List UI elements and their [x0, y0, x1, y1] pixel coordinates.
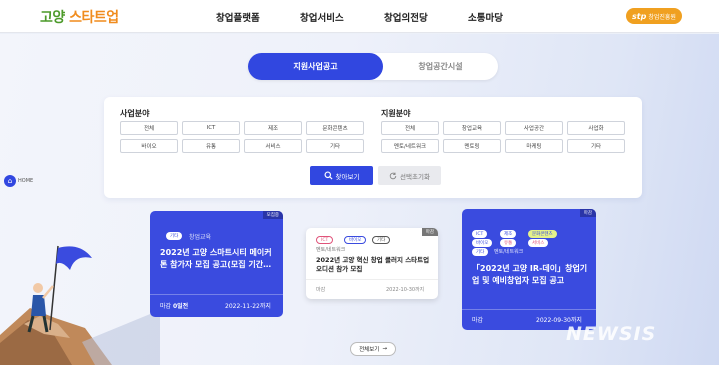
- status-corner: 마감: [579, 209, 596, 217]
- card-title: 2022년 고양 스마트시티 메이커톤 참가자 모집 공고(모집 기간…: [160, 248, 272, 269]
- tag: 서비스: [528, 239, 549, 247]
- nav-hall-of-fame[interactable]: 창업의전당: [384, 10, 428, 24]
- tag: 문화콘텐츠: [528, 230, 557, 238]
- filter-panel: 사업분야 지원분야 전체 ICT 제조 문화콘텐츠 바이오 유통 서비스 기타 …: [104, 97, 642, 198]
- card-category: 멘토/네트워크: [316, 247, 346, 253]
- tag: 기타: [166, 232, 183, 240]
- announcement-card[interactable]: 마감 ICT 바이오 기타 멘토/네트워크 2022년 고양 혁신 창업 클러지…: [306, 228, 438, 299]
- tab-switcher: 지원사업공고 창업공간시설: [248, 53, 498, 80]
- chip-business-distribution[interactable]: 유통: [182, 139, 240, 153]
- tag: 제조: [500, 230, 517, 238]
- search-button[interactable]: 찾아보기: [310, 166, 373, 185]
- newsis-watermark: NEWSIS: [566, 323, 657, 345]
- card-divider: [150, 294, 283, 295]
- home-icon[interactable]: ⌂: [4, 175, 16, 187]
- card-deadline: 2022-10-30까지: [386, 287, 425, 293]
- nav-startup-service[interactable]: 창업서비스: [300, 10, 344, 24]
- support-field-title: 지원분야: [381, 109, 411, 118]
- card-divider: [462, 309, 596, 310]
- chip-support-etc[interactable]: 기타: [567, 139, 625, 153]
- tag: 기타: [472, 248, 489, 256]
- tag: 기타: [372, 236, 391, 244]
- card-title: 「2022년 고양 IR-데이」창업기업 및 예비창업자 모집 공고: [472, 264, 588, 285]
- status-corner: 마감: [421, 228, 438, 236]
- chip-support-education[interactable]: 창업교육: [443, 121, 501, 135]
- search-icon: [324, 171, 333, 180]
- nav-community[interactable]: 소통마당: [468, 10, 503, 24]
- chip-support-network[interactable]: 멘토/네트워크: [381, 139, 439, 153]
- refresh-icon: [389, 172, 397, 179]
- chip-business-service[interactable]: 서비스: [244, 139, 302, 153]
- announcement-card[interactable]: 마감 ICT 제조 문화콘텐츠 바이오 유통 서비스 기타 멘토/네트워크 「2…: [462, 209, 596, 330]
- top-header: 고양 스타트업 창업플랫폼 창업서비스 창업의전당 소통마당 stp 창업진흥원: [0, 0, 719, 33]
- status-corner: 모집중: [262, 211, 283, 219]
- chip-support-all[interactable]: 전체: [381, 121, 439, 135]
- chip-business-manufacturing[interactable]: 제조: [244, 121, 302, 135]
- chip-support-mentoring[interactable]: 멘토링: [443, 139, 501, 153]
- chip-business-ict[interactable]: ICT: [182, 121, 240, 135]
- card-dday: 마감 0일전: [160, 303, 189, 310]
- chip-business-all[interactable]: 전체: [120, 121, 178, 135]
- card-category: 창업교육: [189, 234, 212, 241]
- chip-business-culture[interactable]: 문화콘텐츠: [306, 121, 364, 135]
- mountain-flag-illustration: [0, 245, 160, 365]
- card-title: 2022년 고양 혁신 창업 클러지 스타트업 오디션 참가 모집: [316, 256, 430, 273]
- view-all-button[interactable]: 전체보기 →: [350, 342, 396, 356]
- kised-badge[interactable]: stp 창업진흥원: [626, 8, 682, 24]
- site-logo[interactable]: 고양 스타트업: [40, 7, 119, 27]
- tab-startup-space[interactable]: 창업공간시설: [383, 53, 498, 80]
- chip-support-space[interactable]: 사업공간: [505, 121, 563, 135]
- tag: ICT: [316, 236, 334, 244]
- arrow-right-icon: →: [382, 346, 387, 352]
- card-dday: 마감: [472, 317, 484, 324]
- tag: ICT: [472, 230, 488, 238]
- card-deadline: 2022-11-22까지: [225, 303, 271, 310]
- tag: 유통: [500, 239, 517, 247]
- tag: 바이오: [344, 236, 367, 244]
- card-divider: [306, 279, 438, 280]
- business-field-title: 사업분야: [120, 109, 150, 118]
- reset-button[interactable]: 선택초기화: [378, 166, 441, 185]
- chip-business-bio[interactable]: 바이오: [120, 139, 178, 153]
- chip-support-marketing[interactable]: 마케팅: [505, 139, 563, 153]
- card-category: 멘토/네트워크: [494, 249, 524, 255]
- nav-startup-platform[interactable]: 창업플랫폼: [216, 10, 260, 24]
- home-label: HOME: [18, 178, 34, 184]
- tab-support-program[interactable]: 지원사업공고: [248, 53, 383, 80]
- chip-support-commercialization[interactable]: 사업화: [567, 121, 625, 135]
- announcement-card[interactable]: 모집중 기타 창업교육 2022년 고양 스마트시티 메이커톤 참가자 모집 공…: [150, 211, 283, 317]
- chip-business-etc[interactable]: 기타: [306, 139, 364, 153]
- tag: 바이오: [472, 239, 493, 247]
- card-dday: 마감: [316, 287, 326, 293]
